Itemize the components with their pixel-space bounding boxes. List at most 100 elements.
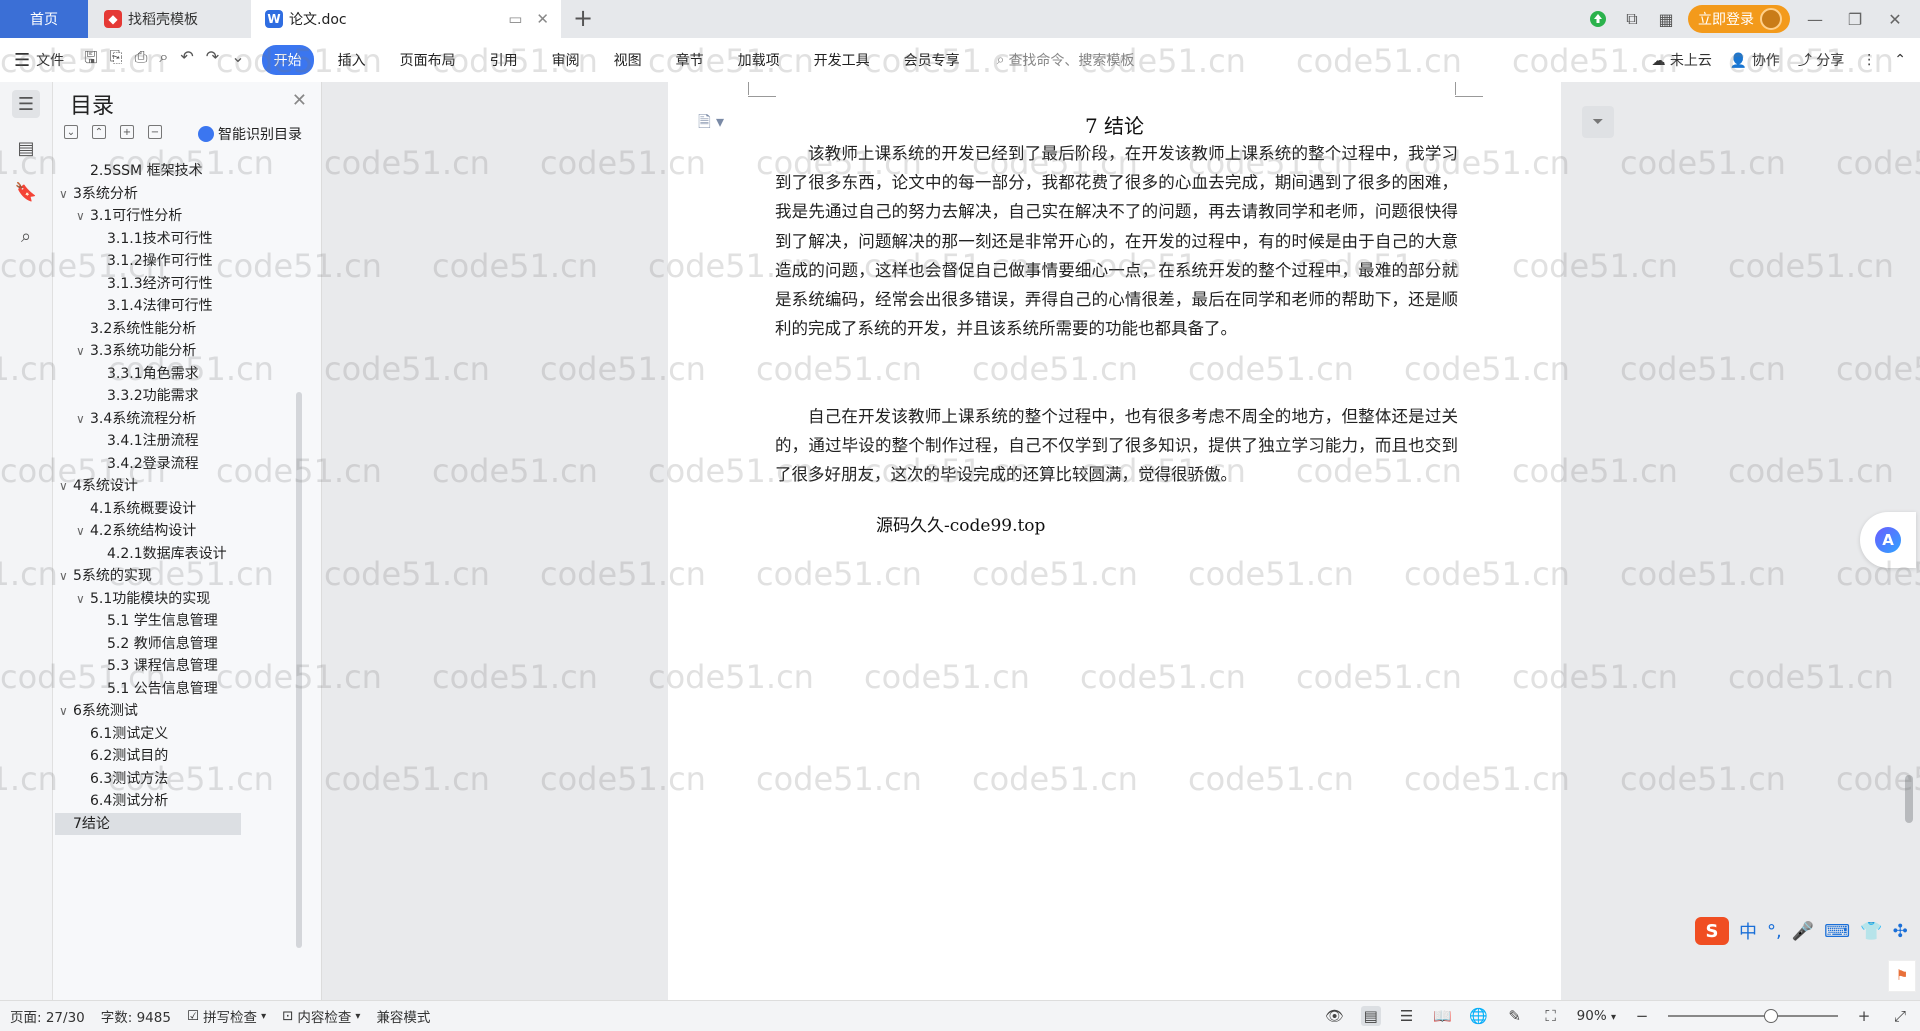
toc-panel-icon[interactable]: ☰	[12, 90, 40, 118]
ribbon-tab-developer[interactable]: 开发工具	[804, 45, 880, 75]
share-button[interactable]: ⤴ 分享	[1798, 50, 1844, 70]
toc-item[interactable]: ∨ 4系统设计	[59, 475, 138, 497]
toc-item[interactable]: 6.2测试目的	[76, 745, 168, 767]
ime-mode-label[interactable]: 中	[1739, 918, 1757, 944]
document-page[interactable]: 🗎 ▾ 7 结论 该教师上课系统的开发已经到了最后阶段，在开发该教师上课系统的整…	[668, 82, 1561, 1000]
fit-page-icon[interactable]: ⛶	[1541, 1006, 1561, 1026]
print-icon[interactable]: ⎙	[135, 47, 148, 74]
chevron-down-icon[interactable]: ∨	[59, 700, 73, 722]
sogou-ime-icon[interactable]: S	[1695, 917, 1729, 945]
skin-icon[interactable]: 👕	[1860, 921, 1882, 942]
restore-button[interactable]: ❐	[1840, 10, 1870, 29]
ribbon-tab-home[interactable]: 开始	[261, 45, 314, 75]
login-button[interactable]: 立即登录	[1688, 5, 1790, 33]
reader-mode-icon[interactable]: ⧉	[1620, 7, 1644, 31]
chevron-down-icon[interactable]: ∨	[59, 475, 73, 497]
ribbon-tab-insert[interactable]: 插入	[328, 45, 376, 75]
toc-item[interactable]: 3.1.3经济可行性	[93, 273, 213, 295]
toc-item[interactable]: 4.1系统概要设计	[76, 498, 196, 520]
ribbon-tab-layout[interactable]: 页面布局	[390, 45, 466, 75]
toc-item[interactable]: ∨ 5.1功能模块的实现	[76, 588, 210, 610]
ribbon-tab-review[interactable]: 审阅	[542, 45, 590, 75]
page-view-icon[interactable]: ▤	[1360, 1006, 1381, 1026]
toc-item[interactable]: 7结论	[55, 812, 241, 835]
toc-item[interactable]: 3.4.2登录流程	[93, 453, 199, 475]
tab-home[interactable]: 首页	[0, 0, 88, 38]
keyboard-icon[interactable]: ⌨	[1824, 921, 1850, 942]
undo-icon[interactable]: ↶	[180, 47, 193, 74]
more-options-icon[interactable]: ⋮	[1862, 52, 1876, 68]
zoom-out-icon[interactable]: −	[1632, 1006, 1652, 1026]
chevron-down-icon[interactable]: ∨	[76, 408, 90, 430]
toc-scrollbar[interactable]	[296, 392, 302, 948]
zoom-level[interactable]: 90% ▾	[1577, 1008, 1616, 1024]
chevron-down-icon[interactable]: ∨	[59, 183, 73, 205]
smart-toc-button[interactable]: 智能识别目录	[198, 124, 302, 144]
web-view-icon[interactable]: 🌐	[1469, 1006, 1489, 1026]
chevron-down-icon[interactable]: ∨	[76, 205, 90, 227]
apps-grid-icon[interactable]: ▦	[1654, 7, 1678, 31]
toc-item[interactable]: 3.1.4法律可行性	[93, 295, 213, 317]
new-tab-button[interactable]: +	[570, 6, 596, 32]
ribbon-tab-section[interactable]: 章节	[666, 45, 714, 75]
tab-close-icon[interactable]: ✕	[536, 10, 549, 28]
word-count[interactable]: 字数: 9485	[101, 1006, 171, 1026]
toc-item[interactable]: ∨ 3.4系统流程分析	[76, 408, 196, 430]
toc-item[interactable]: 2.5SSM 框架技术	[76, 160, 203, 182]
file-menu[interactable]: ☰ 文件	[0, 50, 64, 71]
pen-icon[interactable]: ✎	[1505, 1006, 1525, 1026]
page-indicator[interactable]: 页面: 27/30	[10, 1006, 85, 1026]
tab-template-store[interactable]: ◆ 找稻壳模板	[92, 0, 247, 38]
toc-item[interactable]: 3.3.1角色需求	[93, 363, 199, 385]
feedback-icon[interactable]: ⚑	[1888, 960, 1916, 992]
toc-item[interactable]: ∨ 3.3系统功能分析	[76, 340, 196, 362]
toc-item[interactable]: 3.3.2功能需求	[93, 385, 199, 407]
chevron-down-icon[interactable]: ∨	[76, 588, 90, 610]
collapse-all-icon[interactable]: ⌃	[92, 125, 106, 139]
tab-float-icon[interactable]: ▭	[508, 10, 522, 28]
collapse-ribbon-icon[interactable]: ⌃	[1894, 52, 1906, 68]
toc-item[interactable]: ∨ 6系统测试	[59, 700, 138, 722]
vertical-scrollbar[interactable]	[1905, 775, 1913, 823]
toc-item[interactable]: 5.3 课程信息管理	[93, 655, 218, 677]
microphone-icon[interactable]: 🎤	[1792, 921, 1814, 942]
export-icon[interactable]: ⎘	[110, 47, 123, 74]
toc-item[interactable]: 3.1.1技术可行性	[93, 228, 213, 250]
find-icon[interactable]: ⌕	[12, 222, 40, 250]
toc-item[interactable]: 6.3测试方法	[76, 768, 168, 790]
zoom-slider[interactable]	[1668, 1009, 1838, 1023]
toc-item[interactable]: ∨ 5系统的实现	[59, 565, 152, 587]
spell-check-button[interactable]: ☑ 拼写检查 ▾	[187, 1006, 266, 1026]
customize-dropdown-icon[interactable]: ⌄	[231, 47, 244, 74]
ribbon-tab-references[interactable]: 引用	[480, 45, 528, 75]
toc-item[interactable]: 5.1 学生信息管理	[93, 610, 218, 632]
outline-view-icon[interactable]: ☰	[1397, 1006, 1417, 1026]
toc-item[interactable]: 3.1.2操作可行性	[93, 250, 213, 272]
toc-item[interactable]: ∨ 4.2系统结构设计	[76, 520, 196, 542]
content-check-button[interactable]: ⊡ 内容检查 ▾	[282, 1006, 360, 1026]
toc-item[interactable]: 5.2 教师信息管理	[93, 633, 218, 655]
toc-item[interactable]: ∨ 3.1可行性分析	[76, 205, 182, 227]
save-icon[interactable]: 🖫	[84, 47, 98, 74]
expand-all-icon[interactable]: ⌄	[64, 125, 78, 139]
toc-close-icon[interactable]: ✕	[292, 90, 307, 111]
toc-item[interactable]: 4.2.1数据库表设计	[93, 543, 227, 565]
fullscreen-icon[interactable]: ⤢	[1890, 1006, 1910, 1026]
ime-apps-icon[interactable]: ✣	[1893, 921, 1908, 942]
zoom-in-icon[interactable]: +	[1854, 1006, 1874, 1026]
print-preview-icon[interactable]: ⌕	[159, 47, 168, 74]
chapter-nav-icon[interactable]: ▤	[12, 134, 40, 162]
close-window-button[interactable]: ✕	[1880, 10, 1910, 29]
zoom-slider-thumb[interactable]	[1764, 1009, 1778, 1023]
toc-item[interactable]: 3.4.1注册流程	[93, 430, 199, 452]
toc-item[interactable]: 3.2系统性能分析	[76, 318, 196, 340]
chevron-down-icon[interactable]: ∨	[59, 565, 73, 587]
toc-item[interactable]: 5.1 公告信息管理	[93, 678, 218, 700]
ai-assistant-button[interactable]: A	[1860, 512, 1916, 568]
ribbon-tab-addins[interactable]: 加载项	[728, 45, 790, 75]
remove-heading-icon[interactable]: −	[148, 125, 162, 139]
ime-punct-icon[interactable]: °,	[1767, 921, 1782, 942]
chevron-down-icon[interactable]: ∨	[76, 520, 90, 542]
minimize-button[interactable]: —	[1800, 10, 1830, 29]
add-heading-icon[interactable]: +	[120, 125, 134, 139]
